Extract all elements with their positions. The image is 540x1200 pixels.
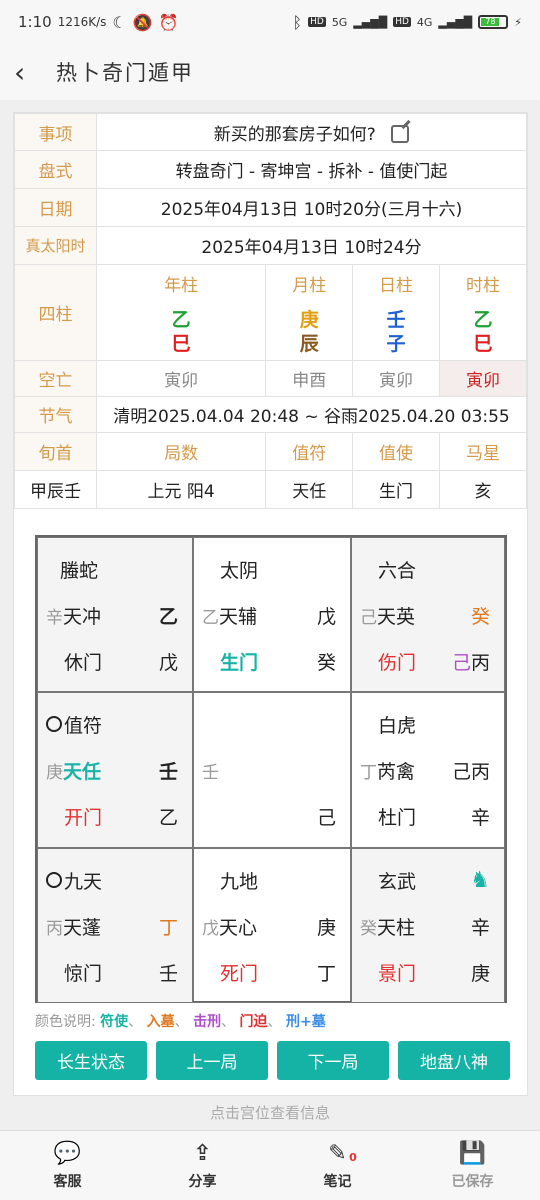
date-label: 日期	[14, 188, 97, 227]
net-speed: 1216K/s	[57, 15, 107, 29]
pillar-zhi: 巳	[171, 333, 191, 355]
bottom-nav: 💬 客服 ⇪ 分享 ✎ 0 笔记 💾 已保存	[0, 1130, 540, 1200]
zhishi-label: 值使	[352, 432, 440, 471]
maxing-label: 马星	[438, 432, 528, 471]
notes-badge: 0	[349, 1150, 357, 1164]
palace-kun[interactable]: 六合 己天英癸 伤门 己丙	[351, 537, 505, 692]
question-label: 事项	[14, 113, 97, 151]
hint-text: 点击宫位查看信息	[209, 1104, 330, 1122]
pillar-zhi: 辰	[299, 333, 319, 355]
prev-ju-button[interactable]: 上一局	[156, 1041, 268, 1080]
xunshou-label: 旬首	[14, 432, 97, 471]
signal-icon: ▂▄▆█	[438, 15, 473, 29]
zhifu-label: 值符	[265, 432, 354, 471]
app-header: ‹ 热卜奇门遁甲	[0, 44, 540, 100]
solar-time-value: 2025年04月13日 10时24分	[96, 226, 527, 265]
pillar-gan: 庚	[299, 309, 319, 331]
status-bar: 1:10 1216K/s ☾ 🔕 ⏰ ᛒ HD 5G ▂▄▆█ HD 4G ▂▄…	[0, 0, 540, 44]
palace-xun[interactable]: 螣蛇 辛天冲乙 休门戊	[37, 537, 193, 692]
pan-label: 盘式	[14, 150, 97, 189]
circle-icon	[46, 872, 62, 888]
palace-zhen[interactable]: 值符 庚天任壬 开门乙	[37, 692, 193, 848]
nav-saved[interactable]: 💾 已保存	[405, 1131, 540, 1200]
pillar-hour: 时柱 乙 巳	[438, 264, 528, 361]
date-value: 2025年04月13日 10时20分(三月十六)	[96, 188, 527, 227]
back-icon[interactable]: ‹	[14, 56, 48, 89]
palace-li[interactable]: 太阴 乙天辅戊 生门癸	[193, 537, 351, 692]
question-cell[interactable]: 新买的那套房子如何?	[96, 113, 527, 151]
edit-icon[interactable]	[391, 124, 410, 143]
page-title: 热卜奇门遁甲	[56, 61, 194, 85]
palace-grid: 螣蛇 辛天冲乙 休门戊 太阴 乙天辅戊 生门癸 六合 己天英癸 伤门 己丙 值符 …	[35, 535, 507, 1003]
earth-eight-gods-button[interactable]: 地盘八神	[398, 1041, 510, 1080]
kongwang-label: 空亡	[14, 360, 97, 397]
kongwang-year: 寅卯	[95, 360, 267, 397]
horse-icon: ♞	[470, 867, 490, 893]
alarm-icon: ⏰	[158, 12, 179, 32]
action-buttons: 长生状态 上一局 下一局 地盘八神	[35, 1041, 510, 1080]
jushu-label: 局数	[95, 432, 267, 471]
chat-icon: 💬	[53, 1140, 82, 1166]
pillar-gan: 乙	[171, 309, 191, 331]
pillar-gan: 乙	[473, 309, 493, 331]
zhifu-value: 天任	[265, 470, 354, 509]
chart-card: 事项 新买的那套房子如何? 盘式 转盘奇门 - 寄坤宫 - 拆补 - 值使门起 …	[13, 112, 528, 1096]
longevity-status-button[interactable]: 长生状态	[35, 1041, 147, 1080]
palace-qian[interactable]: 玄武 ♞ 癸天柱辛 景门庚	[351, 848, 505, 1003]
zhishi-value: 生门	[352, 470, 440, 509]
pillar-month: 月柱 庚 辰	[265, 264, 354, 361]
sim1-label: 5G	[331, 15, 348, 29]
solar-time-label: 真太阳时	[14, 226, 97, 265]
pillar-zhi: 巳	[473, 333, 493, 355]
kongwang-hour: 寅卯	[438, 360, 528, 397]
nav-customer-service[interactable]: 💬 客服	[0, 1131, 135, 1200]
signal-icon: ▂▄▆█	[353, 15, 388, 29]
battery-icon: 78	[478, 15, 509, 29]
sim2-label: 4G	[416, 15, 433, 29]
color-legend: 颜色说明: 符使、 入墓、 击刑、 门迫、 刑+墓	[35, 1014, 326, 1030]
moon-icon: ☾	[112, 12, 127, 32]
nav-notes[interactable]: ✎ 0 笔记	[270, 1131, 405, 1200]
jieqi-value: 清明2025.04.04 20:48 ~ 谷雨2025.04.20 03:55	[96, 396, 527, 433]
pillar-day: 日柱 壬 子	[352, 264, 440, 361]
pillars-label: 四柱	[14, 264, 97, 361]
nav-share[interactable]: ⇪ 分享	[135, 1131, 270, 1200]
charging-icon: ⚡	[514, 15, 522, 29]
xunshou-value: 甲辰壬	[14, 470, 97, 509]
palace-dui[interactable]: 白虎 丁芮禽 己丙 杜门辛	[351, 692, 505, 848]
question-text: 新买的那套房子如何?	[213, 124, 376, 145]
palace-kan[interactable]: 九地 戊天心庚 死门丁	[193, 848, 351, 1003]
save-icon: 💾	[458, 1140, 487, 1166]
kongwang-month: 申酉	[265, 360, 354, 397]
bluetooth-icon: ᛒ	[292, 12, 303, 32]
maxing-value: 亥	[438, 470, 528, 509]
pillar-year: 年柱 乙 巳	[95, 264, 267, 361]
note-icon: ✎ 0	[328, 1140, 357, 1166]
jieqi-label: 节气	[14, 396, 97, 433]
pillar-gan: 壬	[386, 309, 406, 331]
palace-gen[interactable]: 九天 丙天蓬丁 惊门壬	[37, 848, 193, 1003]
status-time: 1:10	[18, 13, 52, 31]
circle-icon	[46, 716, 62, 732]
next-ju-button[interactable]: 下一局	[277, 1041, 389, 1080]
share-icon: ⇪	[193, 1140, 212, 1166]
pillar-zhi: 子	[386, 333, 406, 355]
bell-off-icon: 🔕	[132, 12, 153, 32]
jushu-value: 上元 阳4	[95, 470, 267, 509]
info-table: 事项 新买的那套房子如何? 盘式 转盘奇门 - 寄坤宫 - 拆补 - 值使门起 …	[14, 113, 528, 509]
kongwang-day: 寅卯	[352, 360, 440, 397]
pan-value: 转盘奇门 - 寄坤宫 - 拆补 - 值使门起	[96, 150, 527, 189]
palace-center[interactable]: 壬 己	[193, 692, 351, 848]
